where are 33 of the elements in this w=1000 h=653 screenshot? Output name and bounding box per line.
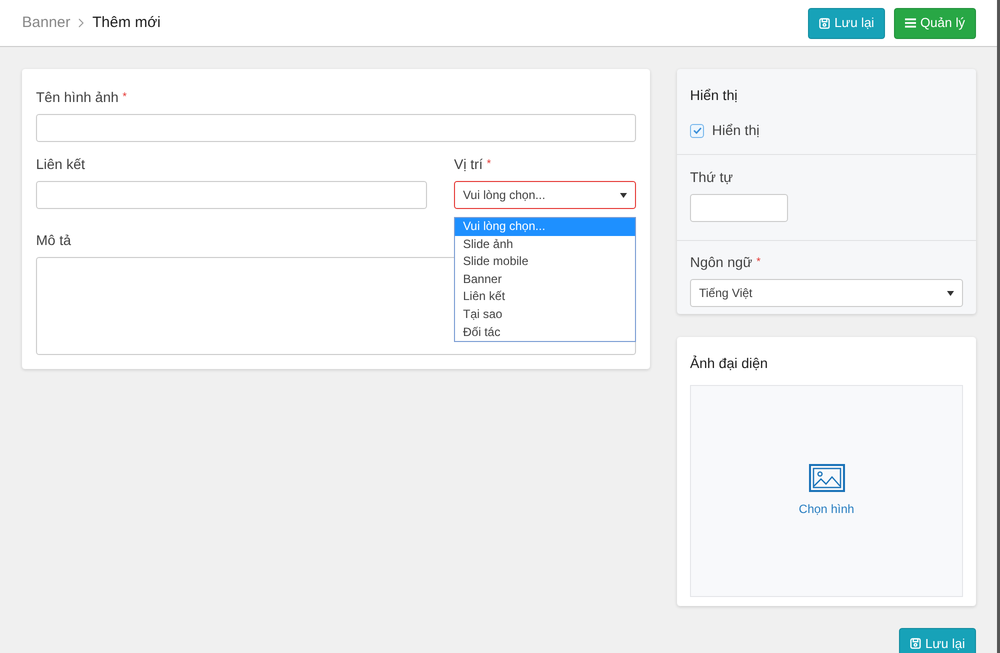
order-input[interactable]	[690, 194, 788, 222]
menu-icon	[905, 18, 916, 28]
checkbox-label: Hiển thị	[712, 121, 760, 140]
breadcrumb-link[interactable]: Banner	[22, 12, 70, 34]
language-select[interactable]: Tiếng Việt	[690, 279, 963, 307]
image-dropzone[interactable]: Chọn hình	[690, 385, 963, 597]
field-label: Thứ tự	[690, 168, 733, 187]
dropdown-option[interactable]: Banner	[455, 270, 635, 288]
panel-title: Ảnh đại diện	[690, 354, 769, 373]
dropdown-option[interactable]: Tại sao	[455, 306, 635, 324]
checkmark-icon	[692, 127, 702, 134]
dropdown-option[interactable]: Đối tác	[455, 324, 635, 342]
caret-icon	[620, 192, 627, 198]
field-label: Liên kết	[36, 155, 86, 174]
required-asterisk: *	[486, 157, 492, 172]
checkbox[interactable]	[690, 124, 704, 138]
image-icon	[808, 464, 844, 492]
field-label: Vị trí	[454, 155, 483, 174]
dropdown-option[interactable]: Slide ảnh	[455, 236, 635, 254]
dropdown-option[interactable]: Liên kết	[455, 288, 635, 306]
page-title: Thêm mới	[92, 12, 161, 33]
field-label: Mô tả	[36, 231, 72, 250]
required-asterisk: *	[756, 255, 761, 270]
field-label: Tên hình ảnh	[36, 88, 119, 107]
required-asterisk: *	[122, 90, 127, 106]
position-select[interactable]: Vui lòng chọn...	[454, 181, 636, 209]
caret-icon	[947, 290, 954, 296]
panel-title: Hiển thị	[690, 86, 738, 105]
chevron-right-icon	[78, 18, 84, 28]
dropdown-option[interactable]: Slide mobile	[455, 253, 635, 271]
field-label: Ngôn ngữ	[690, 253, 752, 272]
name-input[interactable]	[36, 114, 636, 142]
link-input[interactable]	[36, 181, 427, 209]
